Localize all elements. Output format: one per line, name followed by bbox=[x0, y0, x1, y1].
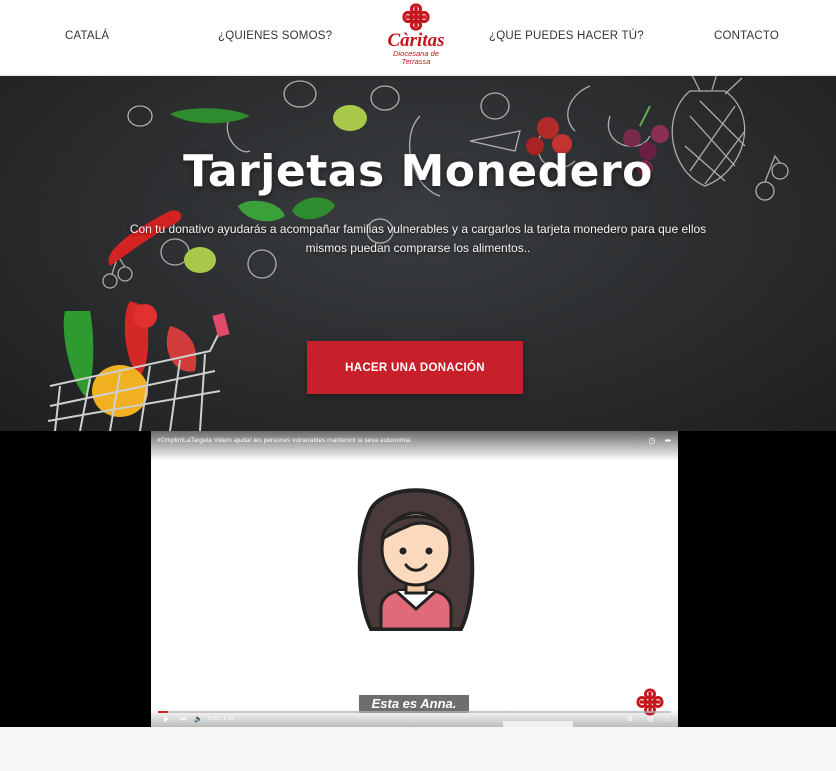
hero-banner: Tarjetas Monedero Con tu donativo ayudar… bbox=[0, 76, 836, 431]
fullscreen-icon[interactable]: ⛶ bbox=[663, 715, 668, 725]
share-icon[interactable]: ➦ bbox=[663, 436, 673, 446]
settings-icon[interactable]: ⚙ bbox=[627, 715, 633, 725]
video-top-bar bbox=[151, 431, 678, 461]
caritas-logo[interactable]: Càritas Diocesana de Terrassa bbox=[374, 2, 458, 72]
video-time: 0:01 / 1:42 bbox=[208, 716, 234, 722]
volume-icon[interactable]: 🔈 bbox=[194, 715, 203, 725]
video-progress-bar[interactable] bbox=[158, 711, 671, 713]
top-navigation: CATALÁ ¿QUIENES SOMOS? Càritas Diocesana… bbox=[0, 0, 836, 76]
donate-button[interactable]: HACER UNA DONACIÓN bbox=[307, 341, 523, 394]
chevron-down-icon[interactable]: ⌄ bbox=[411, 716, 415, 726]
caritas-cross-icon bbox=[402, 3, 430, 31]
video-section: #OmplimLaTargeta Volem ajudar les person… bbox=[0, 431, 836, 727]
logo-name: Càritas bbox=[387, 30, 445, 51]
hero-title: Tarjetas Monedero bbox=[183, 146, 653, 197]
footer-strip bbox=[0, 727, 836, 771]
watch-later-icon[interactable]: ◷ bbox=[647, 436, 657, 446]
video-player[interactable]: #OmplimLaTargeta Volem ajudar les person… bbox=[151, 431, 678, 727]
play-icon[interactable]: ▶ bbox=[164, 715, 169, 725]
nav-link-que-puedes-hacer[interactable]: ¿QUE PUEDES HACER TÚ? bbox=[489, 30, 644, 42]
captions-icon[interactable]: ▤ bbox=[647, 715, 654, 725]
anna-avatar-illustration bbox=[357, 488, 475, 631]
nav-link-catala[interactable]: CATALÁ bbox=[65, 30, 109, 42]
video-progress-fill bbox=[158, 711, 169, 713]
nav-link-quienes-somos[interactable]: ¿QUIENES SOMOS? bbox=[218, 30, 332, 42]
nav-link-contacto[interactable]: CONTACTO bbox=[714, 30, 779, 42]
next-icon[interactable]: ⏭ bbox=[180, 715, 186, 725]
hero-description: Con tu donativo ayudarás a acompañar fam… bbox=[129, 222, 707, 255]
video-title[interactable]: #OmplimLaTargeta Volem ajudar les person… bbox=[157, 437, 412, 444]
logo-subtitle-line2: Terrassa bbox=[401, 57, 431, 66]
